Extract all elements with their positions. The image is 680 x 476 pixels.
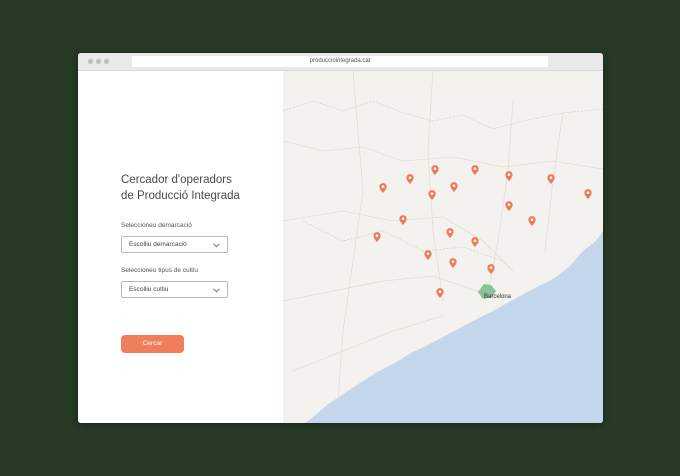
demarcacio-select[interactable]: Escolliu demarcació xyxy=(121,236,228,253)
cultiu-select-value: Escolliu cultiu xyxy=(129,286,169,293)
search-button[interactable]: Cercar xyxy=(121,335,184,353)
demarcacio-label: Seleccioneu demarcació xyxy=(121,222,192,229)
demarcacio-select-value: Escolliu demarcació xyxy=(129,241,187,248)
page-title: Cercador d'operadors de Producció Integr… xyxy=(121,172,271,204)
cultiu-select[interactable]: Escolliu cultiu xyxy=(121,281,228,298)
chevron-down-icon xyxy=(213,288,220,293)
window-minimize-dot[interactable] xyxy=(96,59,101,64)
chevron-down-icon xyxy=(213,243,220,248)
title-line-2: de Producció Integrada xyxy=(121,190,240,202)
map-view[interactable]: Barcelona xyxy=(283,71,603,423)
browser-titlebar: produccióintegrada.cat xyxy=(78,53,603,71)
city-label-barcelona: Barcelona xyxy=(484,294,512,300)
address-bar[interactable]: produccióintegrada.cat xyxy=(132,56,548,67)
browser-window: produccióintegrada.cat Cercador d'operad… xyxy=(78,53,603,423)
window-close-dot[interactable] xyxy=(88,59,93,64)
window-maximize-dot[interactable] xyxy=(104,59,109,64)
search-panel: Cercador d'operadors de Producció Integr… xyxy=(78,71,283,423)
cultiu-label: Seleccioneu tipus de cultiu xyxy=(121,267,198,274)
title-line-1: Cercador d'operadors xyxy=(121,174,232,186)
